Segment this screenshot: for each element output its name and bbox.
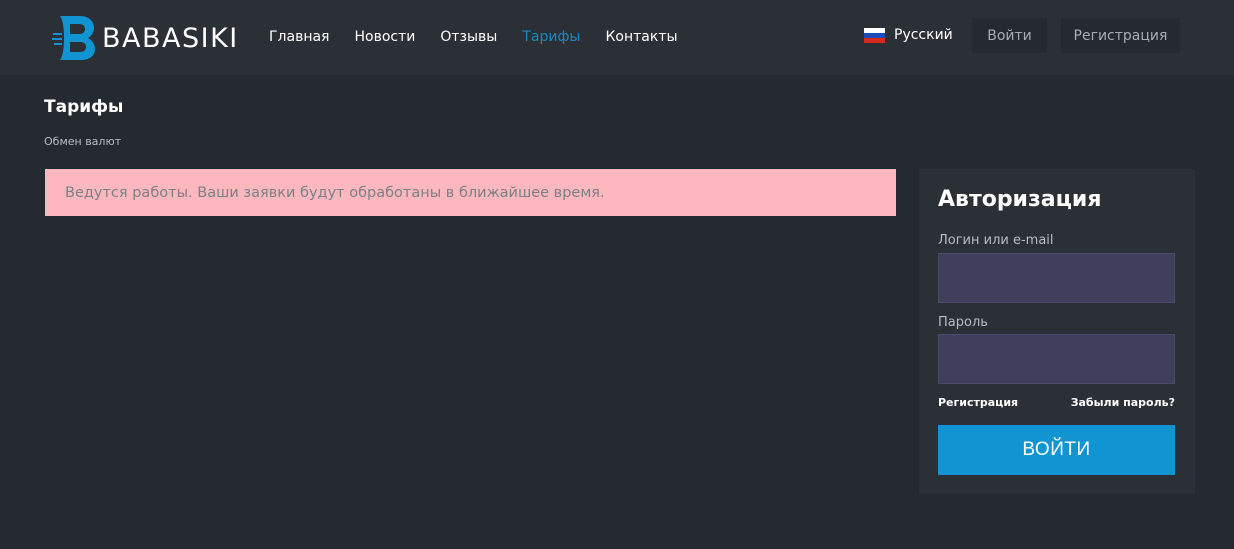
password-label: Пароль [938,315,988,330]
nav-item-home[interactable]: Главная [269,28,329,46]
auth-title: Авторизация [938,187,1102,212]
nav-item-news[interactable]: Новости [354,28,415,46]
nav-item-tariffs[interactable]: Тарифы [522,28,580,46]
babasiki-logo-icon [52,16,95,60]
login-label: Логин или e-mail [938,233,1054,248]
auth-panel: Авторизация Логин или e-mail Пароль Реги… [919,169,1195,494]
language-label: Русский [894,27,953,43]
login-submit-button[interactable]: ВОЙТИ [938,425,1175,475]
header-login-button[interactable]: Войти [972,18,1047,53]
password-input[interactable] [938,334,1175,384]
nav-item-contacts[interactable]: Контакты [605,28,677,46]
register-link[interactable]: Регистрация [938,396,1018,409]
top-navbar: BABASIKI Главная Новости Отзывы Тарифы К… [0,0,1234,75]
header-register-button[interactable]: Регистрация [1061,18,1180,53]
forgot-password-link[interactable]: Забыли пароль? [1071,396,1175,409]
logo-wordmark: BABASIKI [102,22,239,54]
language-selector[interactable]: Русский [864,27,953,43]
site-logo[interactable]: BABASIKI [52,14,239,62]
maintenance-alert: Ведутся работы. Ваши заявки будут обрабо… [45,169,896,216]
breadcrumb[interactable]: Обмен валют [44,135,121,148]
main-nav: Главная Новости Отзывы Тарифы Контакты [269,28,703,46]
russia-flag-icon [864,27,885,43]
login-input[interactable] [938,253,1175,303]
nav-item-reviews[interactable]: Отзывы [440,28,497,46]
page-title: Тарифы [44,97,124,117]
